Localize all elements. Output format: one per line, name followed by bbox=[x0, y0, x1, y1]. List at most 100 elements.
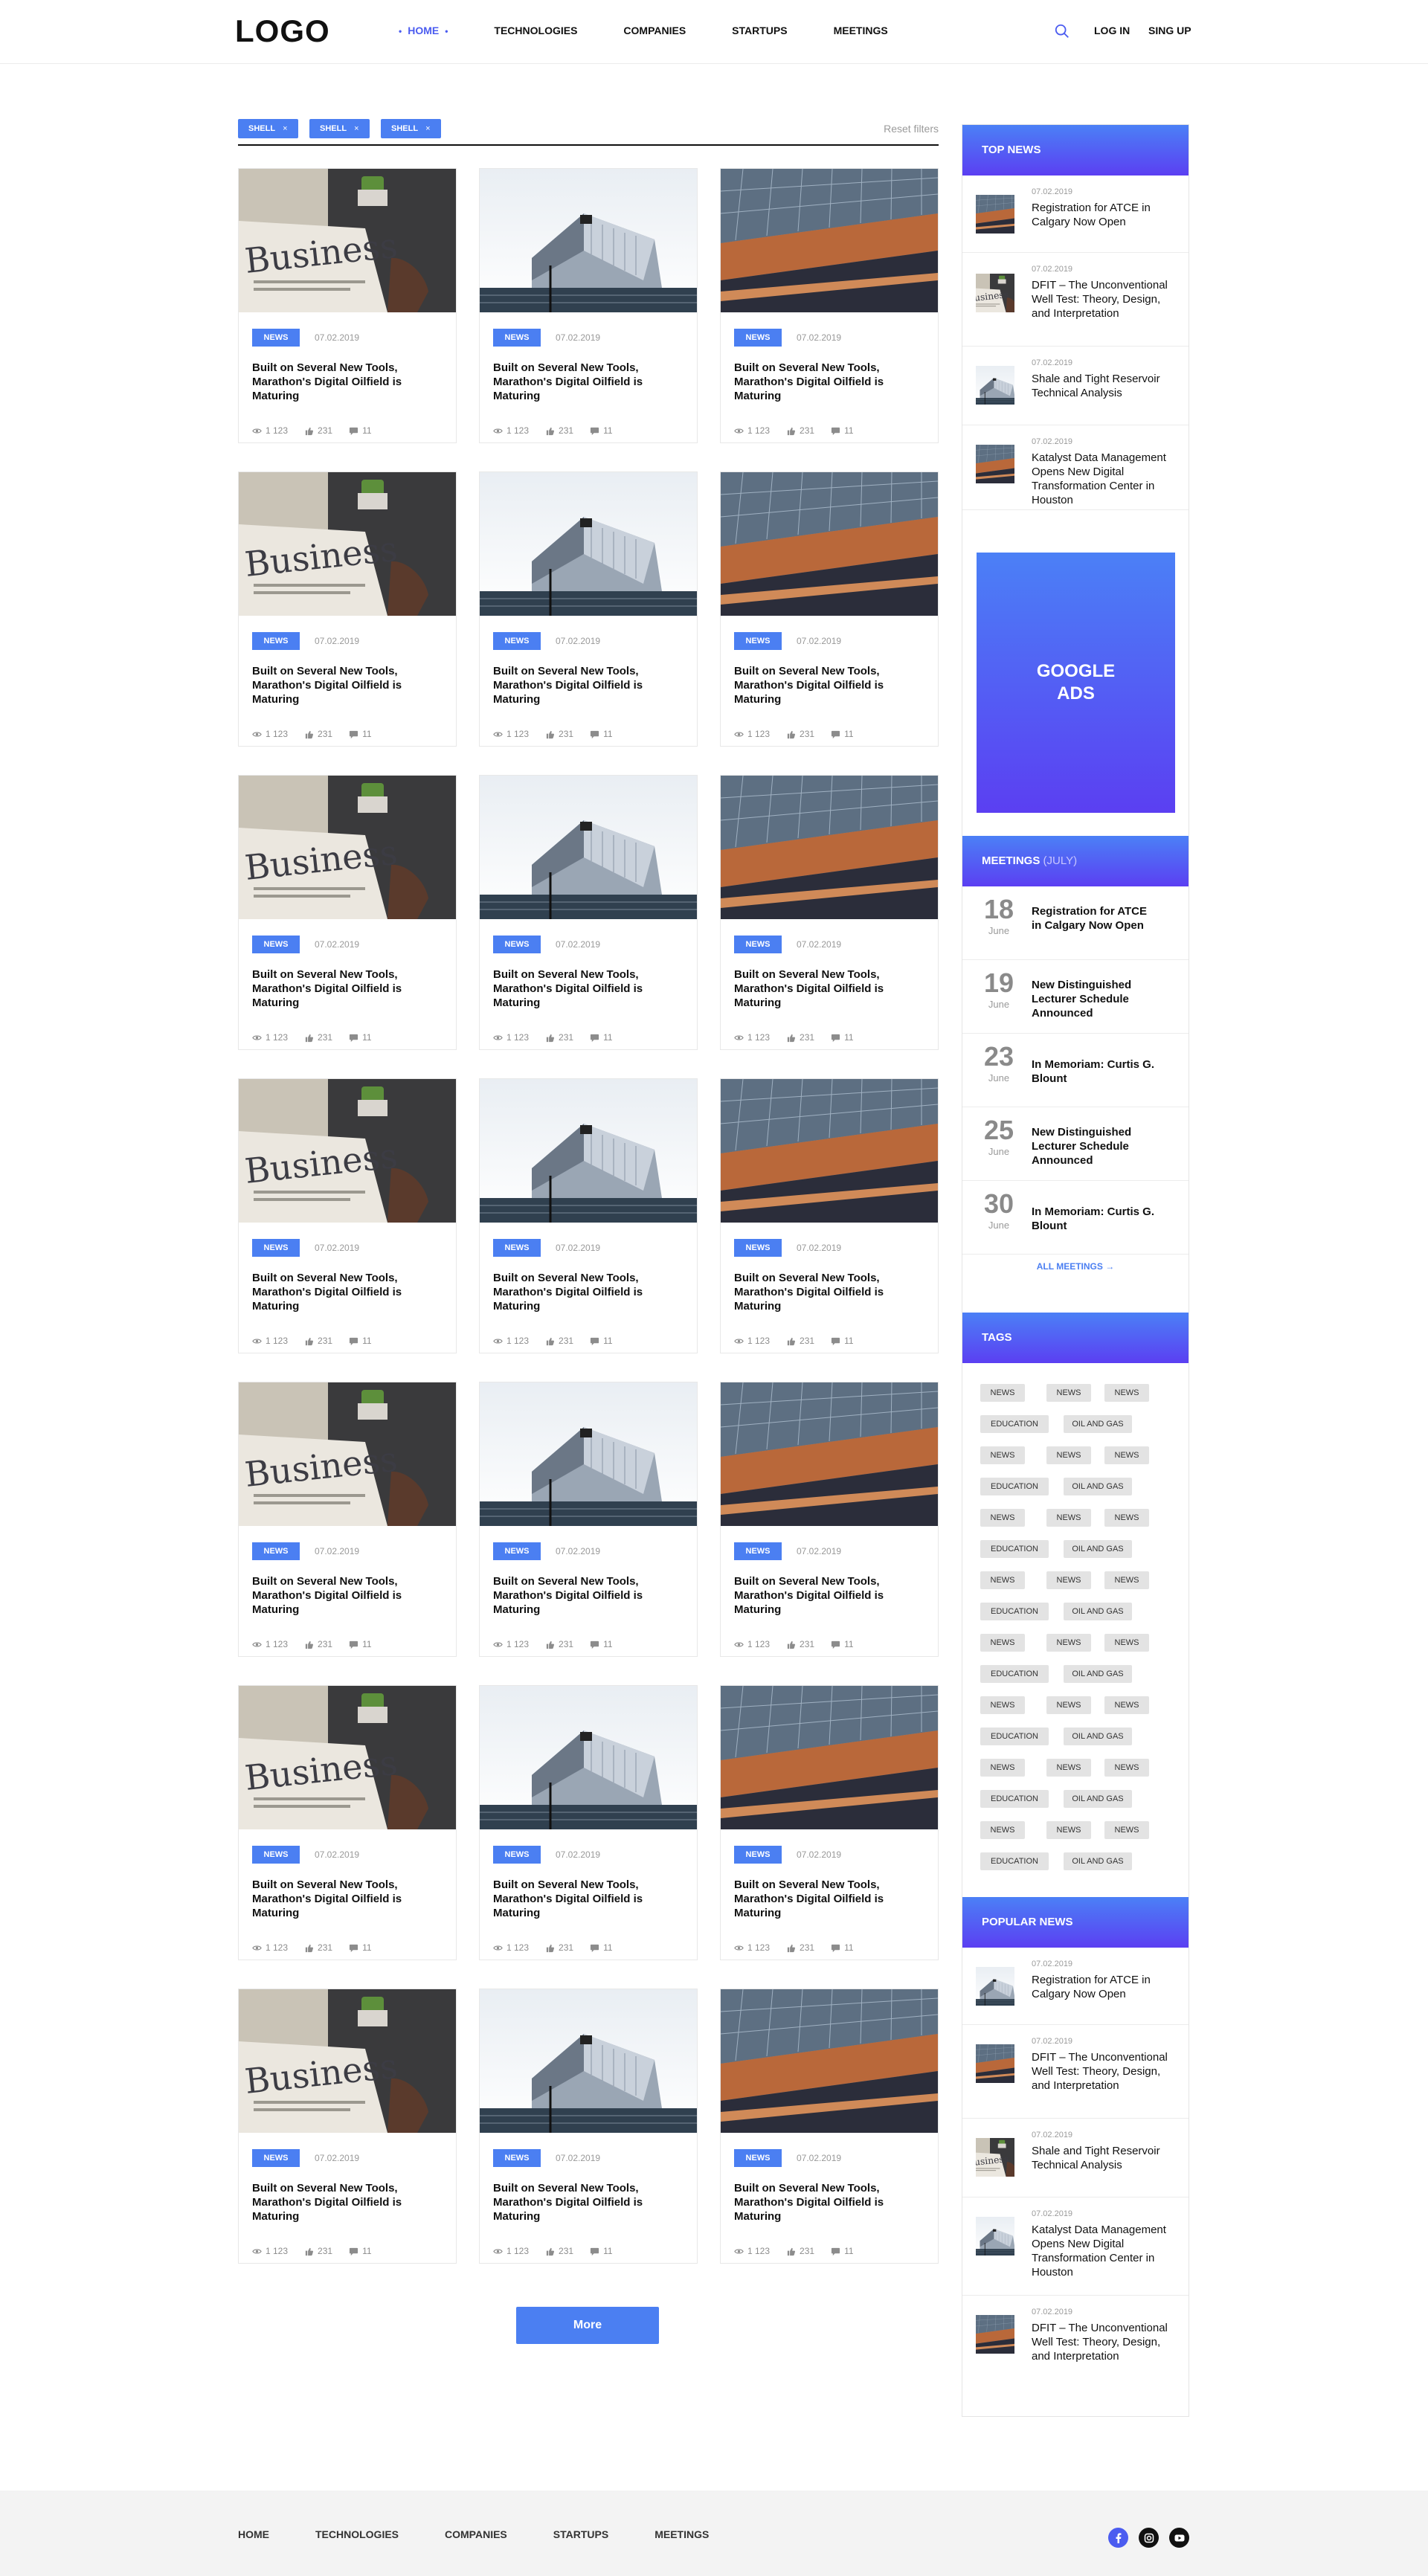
tag-chip[interactable]: NEWS bbox=[1104, 1446, 1149, 1464]
nav-meetings[interactable]: MEETINGS bbox=[834, 25, 888, 36]
news-title[interactable]: Built on Several New Tools, Marathon's D… bbox=[252, 664, 431, 706]
news-card[interactable]: NEWS 07.02.2019 Built on Several New Too… bbox=[720, 1078, 939, 1353]
news-card-image[interactable] bbox=[480, 1989, 697, 2133]
news-card[interactable]: NEWS 07.02.2019 Built on Several New Too… bbox=[720, 1382, 939, 1657]
tag-chip[interactable]: NEWS bbox=[980, 1696, 1025, 1714]
comments-stat[interactable]: 11 bbox=[831, 1032, 854, 1043]
news-tag[interactable]: NEWS bbox=[734, 329, 782, 347]
news-card[interactable]: Business NEWS 07.02.2019 Built on Severa… bbox=[238, 1382, 457, 1657]
tag-chip[interactable]: NEWS bbox=[980, 1509, 1025, 1527]
news-thumbnail[interactable] bbox=[976, 195, 1014, 234]
likes-stat[interactable]: 231 bbox=[304, 2246, 332, 2256]
news-card[interactable]: NEWS 07.02.2019 Built on Several New Too… bbox=[479, 1078, 698, 1353]
comments-stat[interactable]: 11 bbox=[349, 2246, 372, 2256]
likes-stat[interactable]: 231 bbox=[545, 1639, 573, 1649]
tag-chip[interactable]: OIL AND GAS bbox=[1064, 1727, 1132, 1745]
news-card[interactable]: Business NEWS 07.02.2019 Built on Severa… bbox=[238, 775, 457, 1050]
tag-chip[interactable]: EDUCATION bbox=[980, 1727, 1049, 1745]
news-thumbnail[interactable] bbox=[976, 2217, 1014, 2255]
news-card-image[interactable]: Business bbox=[239, 1079, 456, 1223]
likes-stat[interactable]: 231 bbox=[786, 729, 814, 739]
news-card-image[interactable] bbox=[721, 1382, 938, 1526]
news-card[interactable]: NEWS 07.02.2019 Built on Several New Too… bbox=[720, 1685, 939, 1960]
news-title[interactable]: Shale and Tight Reservoir Technical Anal… bbox=[1032, 2144, 1180, 2172]
comments-stat[interactable]: 11 bbox=[590, 729, 613, 739]
meeting-title[interactable]: In Memoriam: Curtis G. Blount bbox=[1032, 1057, 1158, 1086]
comments-stat[interactable]: 11 bbox=[590, 1032, 613, 1043]
news-tag[interactable]: NEWS bbox=[493, 936, 541, 953]
close-icon[interactable]: × bbox=[425, 124, 430, 133]
news-thumbnail[interactable] bbox=[976, 366, 1014, 405]
news-title[interactable]: Built on Several New Tools, Marathon's D… bbox=[734, 1878, 913, 1920]
news-card[interactable]: NEWS 07.02.2019 Built on Several New Too… bbox=[479, 168, 698, 443]
news-thumbnail[interactable]: Business bbox=[976, 2138, 1014, 2177]
facebook-icon[interactable] bbox=[1108, 2528, 1128, 2548]
news-card[interactable]: Business NEWS 07.02.2019 Built on Severa… bbox=[238, 1078, 457, 1353]
likes-stat[interactable]: 231 bbox=[545, 1032, 573, 1043]
footer-nav-home[interactable]: HOME bbox=[238, 2528, 269, 2540]
news-tag[interactable]: NEWS bbox=[252, 1239, 300, 1257]
likes-stat[interactable]: 231 bbox=[786, 1639, 814, 1649]
tag-chip[interactable]: NEWS bbox=[1046, 1696, 1091, 1714]
tag-chip[interactable]: EDUCATION bbox=[980, 1852, 1049, 1870]
news-card[interactable]: NEWS 07.02.2019 Built on Several New Too… bbox=[720, 168, 939, 443]
comments-stat[interactable]: 11 bbox=[590, 425, 613, 436]
top-news-item[interactable]: 07.02.2019 Registration for ATCE in Calg… bbox=[962, 176, 1189, 253]
top-news-item[interactable]: 07.02.2019 Katalyst Data Management Open… bbox=[962, 425, 1189, 510]
news-card-image[interactable]: Business bbox=[239, 472, 456, 616]
popular-news-item[interactable]: 07.02.2019 Registration for ATCE in Calg… bbox=[962, 1948, 1189, 2025]
news-card-image[interactable]: Business bbox=[239, 1382, 456, 1526]
news-card[interactable]: Business NEWS 07.02.2019 Built on Severa… bbox=[238, 168, 457, 443]
news-title[interactable]: Built on Several New Tools, Marathon's D… bbox=[734, 664, 913, 706]
tag-chip[interactable]: NEWS bbox=[1046, 1821, 1091, 1839]
likes-stat[interactable]: 231 bbox=[786, 2246, 814, 2256]
tag-chip[interactable]: OIL AND GAS bbox=[1064, 1790, 1132, 1808]
meeting-item[interactable]: 18 June Registration for ATCE in Calgary… bbox=[962, 886, 1189, 960]
news-tag[interactable]: NEWS bbox=[493, 1239, 541, 1257]
comments-stat[interactable]: 11 bbox=[349, 729, 372, 739]
news-tag[interactable]: NEWS bbox=[734, 1239, 782, 1257]
meeting-title[interactable]: In Memoriam: Curtis G. Blount bbox=[1032, 1205, 1158, 1233]
comments-stat[interactable]: 11 bbox=[831, 2246, 854, 2256]
news-title[interactable]: Built on Several New Tools, Marathon's D… bbox=[493, 664, 672, 706]
tag-chip[interactable]: EDUCATION bbox=[980, 1603, 1049, 1620]
meeting-title[interactable]: New Distinguished Lecturer Schedule Anno… bbox=[1032, 1125, 1158, 1168]
tag-chip[interactable]: NEWS bbox=[1046, 1384, 1091, 1402]
news-title[interactable]: Registration for ATCE in Calgary Now Ope… bbox=[1032, 1973, 1180, 2001]
news-title[interactable]: Katalyst Data Management Opens New Digit… bbox=[1032, 2223, 1180, 2279]
tag-chip[interactable]: NEWS bbox=[1104, 1634, 1149, 1652]
news-title[interactable]: Built on Several New Tools, Marathon's D… bbox=[252, 361, 431, 403]
news-title[interactable]: Built on Several New Tools, Marathon's D… bbox=[252, 967, 431, 1010]
news-title[interactable]: Built on Several New Tools, Marathon's D… bbox=[734, 2181, 913, 2224]
tag-chip[interactable]: NEWS bbox=[1104, 1696, 1149, 1714]
likes-stat[interactable]: 231 bbox=[786, 425, 814, 436]
news-card-image[interactable] bbox=[480, 1686, 697, 1829]
comments-stat[interactable]: 11 bbox=[349, 1336, 372, 1346]
google-ads-banner[interactable]: GOOGLE ADS bbox=[977, 553, 1175, 813]
likes-stat[interactable]: 231 bbox=[545, 425, 573, 436]
meeting-title[interactable]: Registration for ATCE in Calgary Now Ope… bbox=[1032, 904, 1158, 933]
meeting-item[interactable]: 30 June In Memoriam: Curtis G. Blount bbox=[962, 1181, 1189, 1255]
news-title[interactable]: Built on Several New Tools, Marathon's D… bbox=[252, 1271, 431, 1313]
filter-chip[interactable]: SHELL × bbox=[309, 119, 370, 138]
comments-stat[interactable]: 11 bbox=[590, 1336, 613, 1346]
footer-nav-startups[interactable]: STARTUPS bbox=[553, 2528, 608, 2540]
tag-chip[interactable]: EDUCATION bbox=[980, 1415, 1049, 1433]
news-title[interactable]: Built on Several New Tools, Marathon's D… bbox=[493, 1878, 672, 1920]
tag-chip[interactable]: NEWS bbox=[1104, 1821, 1149, 1839]
comments-stat[interactable]: 11 bbox=[349, 425, 372, 436]
news-card-image[interactable] bbox=[721, 776, 938, 919]
news-card[interactable]: NEWS 07.02.2019 Built on Several New Too… bbox=[479, 1989, 698, 2264]
tag-chip[interactable]: NEWS bbox=[1104, 1571, 1149, 1589]
popular-news-item[interactable]: 07.02.2019 DFIT – The Unconventional Wel… bbox=[962, 2025, 1189, 2119]
likes-stat[interactable]: 231 bbox=[304, 729, 332, 739]
reset-filters-link[interactable]: Reset filters bbox=[884, 123, 939, 135]
comments-stat[interactable]: 11 bbox=[831, 1942, 854, 1953]
top-news-item[interactable]: Business 07.02.2019 DFIT – The Unconvent… bbox=[962, 253, 1189, 347]
comments-stat[interactable]: 11 bbox=[349, 1032, 372, 1043]
news-tag[interactable]: NEWS bbox=[734, 2149, 782, 2167]
comments-stat[interactable]: 11 bbox=[590, 1639, 613, 1649]
top-news-item[interactable]: 07.02.2019 Shale and Tight Reservoir Tec… bbox=[962, 347, 1189, 425]
news-thumbnail[interactable]: Business bbox=[976, 274, 1014, 312]
news-title[interactable]: Built on Several New Tools, Marathon's D… bbox=[493, 967, 672, 1010]
